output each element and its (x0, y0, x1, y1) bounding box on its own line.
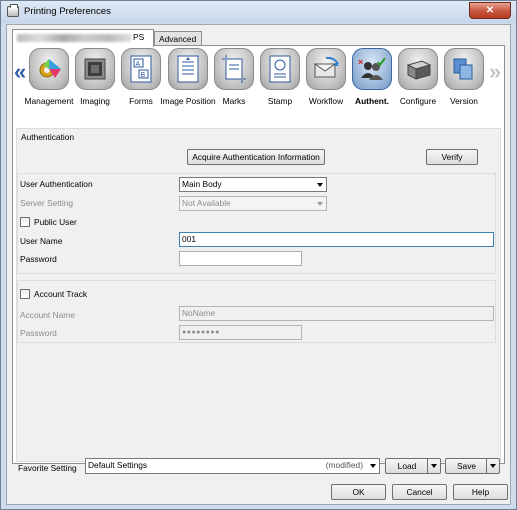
account-name-input[interactable]: NoName (179, 306, 494, 321)
authentication-icon: × (352, 48, 392, 90)
user-authentication-label: User Authentication (20, 179, 93, 189)
redacted-printer-name (17, 33, 131, 42)
verify-button[interactable]: Verify (426, 149, 478, 165)
save-button[interactable]: Save (445, 458, 500, 474)
imaging-icon (75, 48, 115, 90)
forms-icon: A B (121, 48, 161, 90)
server-setting-label: Server Setting (20, 198, 74, 208)
public-user-checkbox[interactable] (20, 217, 30, 227)
chevron-down-icon (317, 202, 323, 206)
configure-icon (398, 48, 438, 90)
window-title: Printing Preferences (24, 6, 111, 17)
tab-advanced[interactable]: Advanced (154, 31, 202, 46)
printer-icon (7, 4, 19, 17)
favorite-setting-value: Default Settings (88, 460, 148, 470)
marks-icon (214, 48, 254, 90)
save-dropdown-icon[interactable] (486, 459, 499, 473)
save-button-label: Save (456, 461, 477, 471)
tab-main-label: PS (133, 32, 145, 42)
account-password-input[interactable]: ●●●●●●●● (179, 325, 302, 340)
svg-text:×: × (358, 57, 363, 67)
user-authentication-value: Main Body (182, 179, 222, 189)
title-bar[interactable]: Printing Preferences ✕ (1, 1, 516, 23)
user-authentication-select[interactable]: Main Body (179, 177, 327, 192)
image-position-icon (168, 48, 208, 90)
workflow-icon (306, 48, 346, 90)
section-title-authentication: Authentication (21, 132, 75, 142)
stamp-icon (260, 48, 300, 90)
tab-panel: « » Management Imaging A B Forms Image P… (12, 45, 505, 464)
load-button[interactable]: Load (385, 458, 441, 474)
public-user-label: Public User (34, 217, 77, 227)
tab-main[interactable]: PS (12, 29, 154, 47)
account-track-label: Account Track (34, 289, 88, 299)
help-button[interactable]: Help (453, 484, 508, 500)
close-button[interactable]: ✕ (469, 2, 511, 19)
chevron-down-icon (317, 183, 323, 187)
printing-preferences-window: Printing Preferences ✕ PS Advanced « » M… (0, 0, 517, 510)
svg-text:A: A (136, 61, 141, 68)
cancel-button[interactable]: Cancel (392, 484, 447, 500)
server-setting-select[interactable]: Not Available (179, 196, 327, 211)
management-icon (29, 48, 69, 90)
favorite-setting-select[interactable]: Default Settings (modified) (85, 458, 380, 474)
authentication-panel: Authentication Acquire Authentication In… (16, 128, 501, 462)
password-label: Password (20, 254, 57, 264)
acquire-authentication-button[interactable]: Acquire Authentication Information (187, 149, 325, 165)
account-track-checkbox[interactable] (20, 289, 30, 299)
password-input[interactable] (179, 251, 302, 266)
ok-button[interactable]: OK (331, 484, 386, 500)
svg-text:B: B (141, 72, 146, 79)
scroll-right-arrow[interactable]: » (489, 61, 501, 83)
user-auth-box: User Authentication Main Body Server Set… (17, 173, 496, 274)
dialog-client-area: PS Advanced « » Management Imaging A B F… (6, 24, 511, 505)
favorite-setting-label: Favorite Setting (18, 463, 77, 473)
favorite-modified-indicator: (modified) (325, 460, 363, 470)
chevron-down-icon (370, 464, 376, 468)
server-setting-value: Not Available (182, 198, 231, 208)
version-icon (444, 48, 484, 90)
user-name-input[interactable]: 001 (179, 232, 494, 247)
load-dropdown-icon[interactable] (427, 459, 440, 473)
account-name-label: Account Name (20, 310, 75, 320)
user-name-label: User Name (20, 236, 63, 246)
load-button-label: Load (397, 461, 417, 471)
account-password-label: Password (20, 328, 57, 338)
icon-version[interactable]: Version (441, 48, 487, 106)
account-track-box: Account Track Account Name NoName Passwo… (17, 280, 496, 343)
scroll-left-arrow[interactable]: « (14, 61, 26, 83)
icon-label-version: Version (450, 96, 478, 106)
